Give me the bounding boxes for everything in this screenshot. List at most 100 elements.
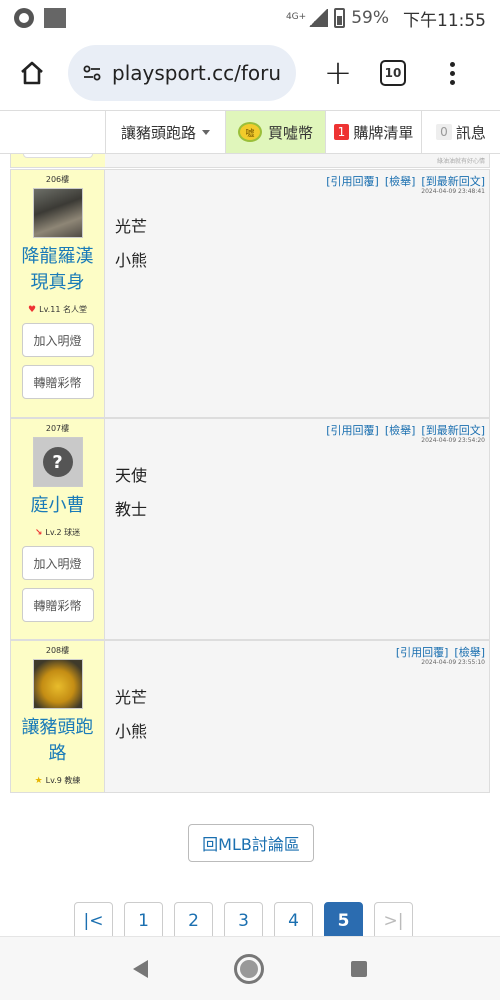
post-time: 2024-04-09 23:54:20 xyxy=(421,437,485,444)
post-author-panel: 206樓 降龍羅漢現真身 ♥ Lv.11 名人堂 加入明燈 轉贈彩幣 xyxy=(11,170,105,417)
home-circle-icon[interactable] xyxy=(234,953,265,984)
gallery-icon xyxy=(44,8,66,28)
site-settings-icon[interactable] xyxy=(82,63,102,83)
level-badge-icon: ♥ xyxy=(28,304,37,315)
cart-count-badge: 1 xyxy=(333,124,350,140)
browser-toolbar: playsport.cc/foru + 10 xyxy=(0,36,500,110)
user-level-text: Lv.9 教練 xyxy=(45,776,81,785)
status-bar: 4G+ 59% 下午11:55 xyxy=(0,0,500,36)
post-body: [引用回覆] [檢舉] [到最新回文] 2024-04-09 23:48:41 … xyxy=(105,170,489,417)
post-author-panel: 208樓 讓豬頭跑路 ★ Lv.9 教練 xyxy=(11,641,105,792)
back-to-forum-button[interactable]: 回MLB討論區 xyxy=(188,824,314,862)
site-nav: 讓豬頭跑路 噓 買噓幣 1 購牌清單 0 訊息 xyxy=(0,110,500,154)
post-line: 教士 xyxy=(115,500,148,519)
nav-spacer xyxy=(0,111,106,153)
post-time: 2024-04-09 23:55:10 xyxy=(421,659,485,666)
floor-number: 208樓 xyxy=(45,646,70,655)
gift-coin-button[interactable]: 轉贈彩幣 xyxy=(21,365,94,399)
notification-icon xyxy=(14,8,34,28)
page-3-button[interactable]: 3 xyxy=(224,902,263,936)
previous-post-stub: 綠油油就有好心情 xyxy=(10,154,490,168)
avatar[interactable] xyxy=(32,188,83,238)
first-page-button[interactable]: |< xyxy=(74,902,113,936)
previous-post-signature: 綠油油就有好心情 xyxy=(436,158,485,165)
post-line: 小熊 xyxy=(115,722,148,741)
post-line: 光芒 xyxy=(115,688,148,707)
new-tab-button[interactable]: + xyxy=(318,53,358,93)
home-icon xyxy=(21,61,43,85)
quote-reply-link[interactable]: [引用回覆] xyxy=(326,422,379,438)
level-badge-icon: ★ xyxy=(34,775,43,786)
post-actions: [引用回覆] [檢舉] xyxy=(396,644,485,660)
messages-label: 訊息 xyxy=(455,123,486,142)
pagination: |< 1 2 3 4 5 >| xyxy=(74,902,413,936)
user-level: ★ Lv.9 教練 xyxy=(35,775,81,786)
post: 207樓 ? 庭小曹 ↘ Lv.2 球迷 加入明燈 轉贈彩幣 [引用回覆] [檢舉… xyxy=(10,418,490,640)
buy-coin-button[interactable]: 噓 買噓幣 xyxy=(226,111,326,153)
battery-level: 59% xyxy=(351,8,389,28)
address-bar[interactable]: playsport.cc/foru xyxy=(68,45,296,101)
page-5-button[interactable]: 5 xyxy=(324,902,363,936)
post-line: 光芒 xyxy=(115,217,148,236)
floor-number: 207樓 xyxy=(45,424,70,433)
post-body: [引用回覆] [檢舉] [到最新回文] 2024-04-09 23:54:20 … xyxy=(105,419,489,639)
previous-post-button[interactable] xyxy=(23,154,93,158)
page-2-button[interactable]: 2 xyxy=(174,902,213,936)
post-author-panel: 207樓 ? 庭小曹 ↘ Lv.2 球迷 加入明燈 轉贈彩幣 xyxy=(11,419,105,639)
buy-coin-label: 買噓幣 xyxy=(267,123,313,142)
report-link[interactable]: [檢舉] xyxy=(385,173,416,189)
clock: 下午11:55 xyxy=(403,10,486,31)
add-light-button[interactable]: 加入明燈 xyxy=(21,546,94,580)
user-level-text: Lv.2 球迷 xyxy=(45,528,81,537)
messages-button[interactable]: 0 訊息 xyxy=(422,111,500,153)
system-nav-bar xyxy=(0,936,500,1000)
post-line: 天使 xyxy=(115,466,148,485)
username-link[interactable]: 庭小曹 xyxy=(16,493,100,519)
caret-down-icon xyxy=(202,129,210,135)
page-4-button[interactable]: 4 xyxy=(274,902,313,936)
avatar[interactable] xyxy=(32,659,83,709)
report-link[interactable]: [檢舉] xyxy=(454,644,485,660)
post: 208樓 讓豬頭跑路 ★ Lv.9 教練 [引用回覆] [檢舉] 2024-04-… xyxy=(10,640,490,793)
post: 206樓 降龍羅漢現真身 ♥ Lv.11 名人堂 加入明燈 轉贈彩幣 [引用回覆]… xyxy=(10,169,490,418)
latest-reply-link[interactable]: [到最新回文] xyxy=(421,422,485,438)
avatar[interactable]: ? xyxy=(32,437,83,487)
message-count-badge: 0 xyxy=(436,124,452,140)
quote-reply-link[interactable]: [引用回覆] xyxy=(326,173,379,189)
report-link[interactable]: [檢舉] xyxy=(385,422,416,438)
coin-icon: 噓 xyxy=(237,122,262,142)
post-body: [引用回覆] [檢舉] 2024-04-09 23:55:10 光芒 小熊 xyxy=(105,641,489,792)
level-badge-icon: ↘ xyxy=(34,527,43,538)
user-level-text: Lv.11 名人堂 xyxy=(39,305,87,314)
recents-icon[interactable] xyxy=(350,960,367,977)
network-type: 4G+ xyxy=(285,11,307,22)
cart-button[interactable]: 1 購牌清單 xyxy=(326,111,422,153)
add-light-button[interactable]: 加入明燈 xyxy=(21,323,94,357)
default-avatar-icon: ? xyxy=(42,447,73,477)
more-menu-icon[interactable] xyxy=(450,61,455,85)
signal-icon xyxy=(308,9,329,27)
user-menu[interactable]: 讓豬頭跑路 xyxy=(106,111,226,153)
username-link[interactable]: 降龍羅漢現真身 xyxy=(16,244,100,296)
post-actions: [引用回覆] [檢舉] [到最新回文] xyxy=(326,422,485,438)
floor-number: 206樓 xyxy=(45,175,70,184)
gift-coin-button[interactable]: 轉贈彩幣 xyxy=(21,588,94,622)
post-actions: [引用回覆] [檢舉] [到最新回文] xyxy=(326,173,485,189)
post-time: 2024-04-09 23:48:41 xyxy=(421,188,485,195)
page-1-button[interactable]: 1 xyxy=(124,902,163,936)
user-level: ↘ Lv.2 球迷 xyxy=(35,527,80,538)
post-line: 小熊 xyxy=(115,251,148,270)
tab-switcher-button[interactable]: 10 xyxy=(380,60,406,86)
thread-content: 綠油油就有好心情 206樓 降龍羅漢現真身 ♥ Lv.11 名人堂 加入明燈 轉贈… xyxy=(0,154,500,936)
home-button[interactable] xyxy=(10,51,54,95)
cart-label: 購牌清單 xyxy=(353,123,414,142)
url-text: playsport.cc/foru xyxy=(112,61,282,85)
battery-icon xyxy=(334,8,346,28)
last-page-button: >| xyxy=(374,902,413,936)
quote-reply-link[interactable]: [引用回覆] xyxy=(396,644,449,660)
username-link[interactable]: 讓豬頭跑路 xyxy=(16,715,100,767)
back-icon[interactable] xyxy=(133,959,149,978)
user-menu-label: 讓豬頭跑路 xyxy=(120,123,196,142)
latest-reply-link[interactable]: [到最新回文] xyxy=(421,173,485,189)
user-level: ♥ Lv.11 名人堂 xyxy=(28,304,87,315)
